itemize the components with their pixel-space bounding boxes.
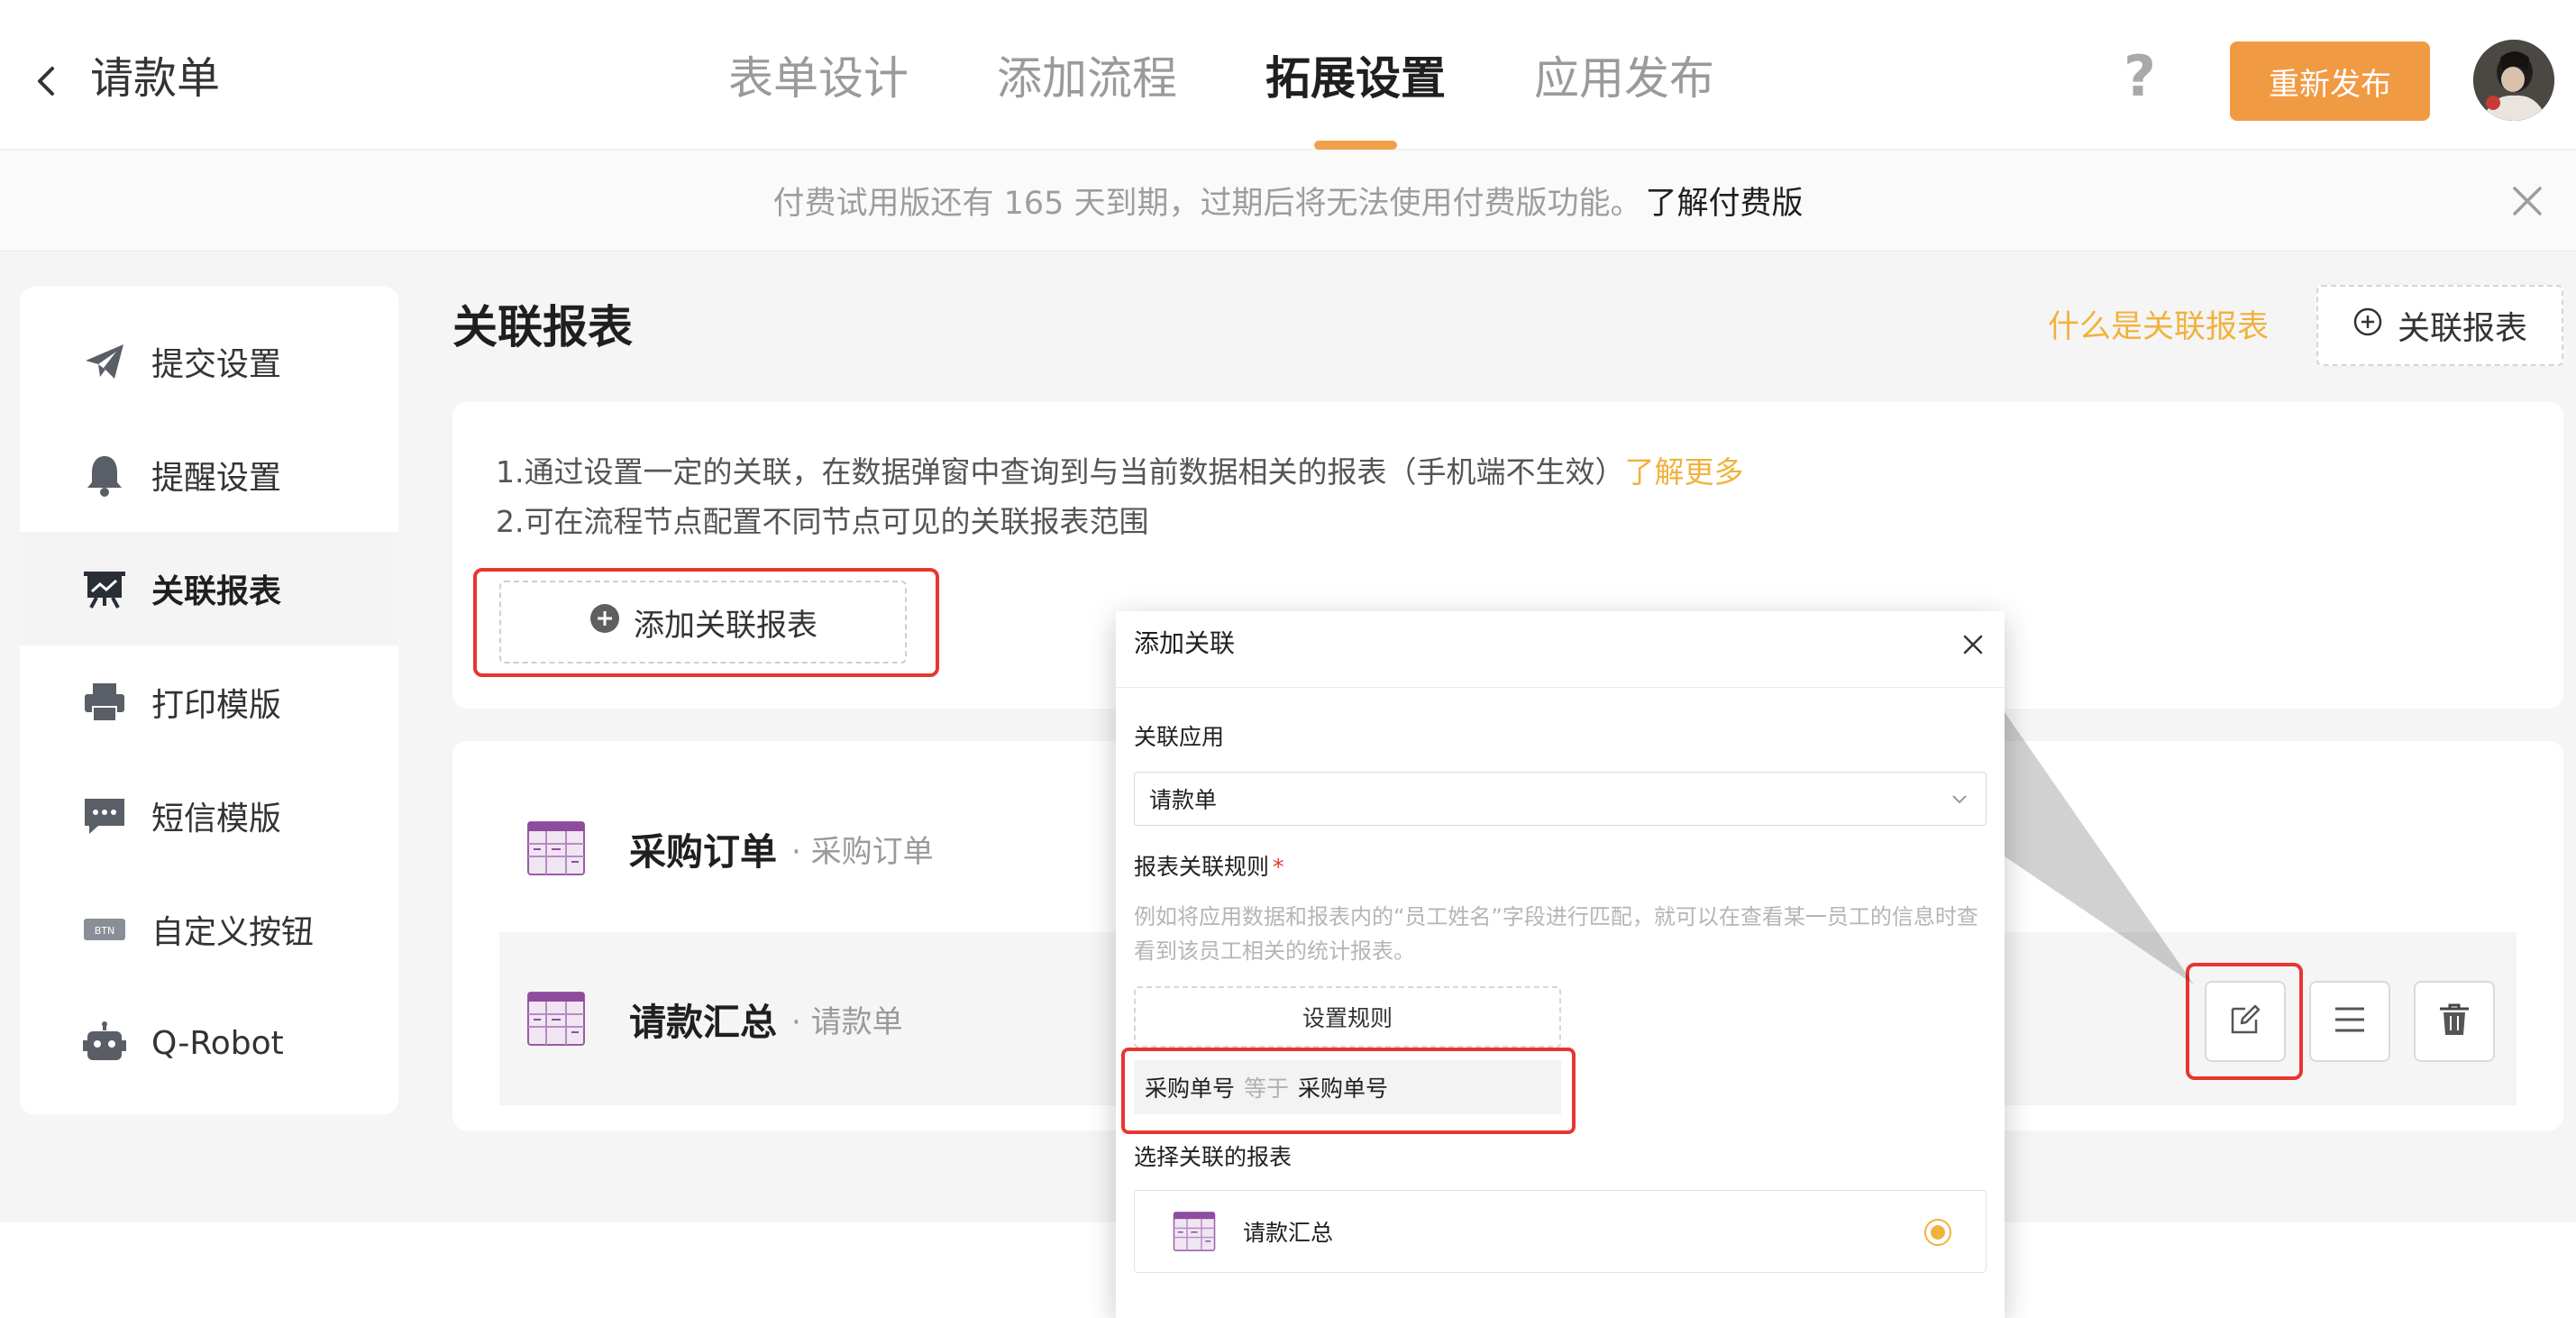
highlight-box-add bbox=[473, 568, 939, 677]
highlight-box-rule bbox=[1121, 1048, 1576, 1134]
tab-extension-settings[interactable]: 拓展设置 bbox=[1265, 47, 1446, 150]
add-related-report-top-button[interactable]: 关联报表 bbox=[2316, 285, 2563, 366]
avatar[interactable] bbox=[2473, 40, 2554, 121]
add-relation-dialog: 添加关联 关联应用 请款单 报表关联规则 * 例如将应用数据和报表内的“员工姓名”… bbox=[1116, 611, 2005, 1318]
rule-label: 报表关联规则 * bbox=[1134, 851, 1284, 883]
delete-button[interactable] bbox=[2414, 981, 2495, 1062]
required-mark: * bbox=[1273, 854, 1284, 880]
app-title: 请款单 bbox=[90, 53, 221, 104]
sidebar-item-label: 提醒设置 bbox=[151, 460, 282, 497]
highlight-box-edit bbox=[2186, 963, 2303, 1080]
tab-app-publish[interactable]: 应用发布 bbox=[1534, 47, 1714, 150]
menu-lines-icon bbox=[2332, 1002, 2368, 1041]
report-board-icon bbox=[81, 565, 128, 612]
top-tabs: 表单设计 添加流程 拓展设置 应用发布 bbox=[728, 47, 1714, 150]
close-icon[interactable] bbox=[2502, 176, 2553, 226]
related-app-label: 关联应用 bbox=[1134, 724, 1225, 750]
set-rule-button[interactable]: 设置规则 bbox=[1134, 986, 1561, 1048]
learn-paid-link[interactable]: 了解付费版 bbox=[1646, 178, 1804, 224]
report-option-name: 请款汇总 bbox=[1243, 1220, 1334, 1246]
what-is-related-report-link[interactable]: 什么是关联报表 bbox=[2048, 305, 2269, 350]
sidebar-item-label: 打印模版 bbox=[151, 687, 282, 724]
dialog-title: 添加关联 bbox=[1134, 628, 1236, 658]
sort-button[interactable] bbox=[2309, 981, 2390, 1062]
report-name: 采购订单 bbox=[629, 830, 777, 874]
send-icon bbox=[81, 338, 128, 385]
sidebar-item-sms-template[interactable]: 短信模版 bbox=[20, 759, 398, 873]
report-source: · 请款单 bbox=[791, 1003, 903, 1040]
add-related-report-top-label: 关联报表 bbox=[2397, 310, 2527, 347]
description-line-2: 2.可在流程节点配置不同节点可见的关联报表范围 bbox=[496, 504, 1149, 539]
sidebar-item-label: 提交设置 bbox=[151, 346, 282, 383]
related-app-select[interactable]: 请款单 bbox=[1134, 772, 1987, 826]
close-icon[interactable] bbox=[1959, 631, 1987, 658]
sidebar-item-q-robot[interactable]: Q-Robot bbox=[20, 986, 398, 1100]
tab-form-design[interactable]: 表单设计 bbox=[728, 47, 909, 150]
help-icon[interactable]: ? bbox=[2124, 45, 2156, 108]
report-table-icon bbox=[526, 819, 586, 878]
sidebar-item-reminder-settings[interactable]: 提醒设置 bbox=[20, 418, 398, 532]
report-option[interactable]: 请款汇总 bbox=[1134, 1190, 1987, 1273]
sidebar-item-custom-button[interactable]: BTN 自定义按钮 bbox=[20, 873, 398, 986]
sidebar-item-print-template[interactable]: 打印模版 bbox=[20, 645, 398, 759]
rule-hint: 例如将应用数据和报表内的“员工姓名”字段进行匹配，就可以在查看某一员工的信息时查… bbox=[1134, 904, 1978, 964]
sidebar-item-label: 自定义按钮 bbox=[151, 914, 315, 951]
svg-text:BTN: BTN bbox=[95, 925, 115, 937]
printer-icon bbox=[81, 679, 128, 726]
sidebar-item-label: 短信模版 bbox=[151, 801, 282, 837]
btn-icon: BTN bbox=[81, 906, 128, 953]
back-arrow-icon[interactable] bbox=[27, 54, 67, 108]
description: 1.通过设置一定的关联，在数据弹窗中查询到与当前数据相关的报表（手机端不生效）了… bbox=[496, 447, 1744, 546]
trash-icon bbox=[2436, 1002, 2472, 1041]
tab-add-flow[interactable]: 添加流程 bbox=[997, 47, 1177, 150]
bell-icon bbox=[81, 452, 128, 499]
radio-selected[interactable] bbox=[1924, 1219, 1951, 1246]
trial-banner-text: 付费试用版还有 165 天到期，过期后将无法使用付费版功能。 bbox=[772, 186, 1642, 222]
chevron-down-icon bbox=[1948, 787, 1971, 810]
select-report-label: 选择关联的报表 bbox=[1134, 1144, 1293, 1170]
settings-sidebar: 提交设置 提醒设置 关联报表 打印模版 短信模版 BTN 自定义按钮 Q-Rob… bbox=[20, 287, 398, 1114]
page-title: 关联报表 bbox=[452, 301, 633, 353]
dialog-divider bbox=[1116, 687, 2005, 688]
report-table-icon bbox=[1173, 1210, 1216, 1253]
sidebar-item-submit-settings[interactable]: 提交设置 bbox=[20, 305, 398, 418]
republish-button[interactable]: 重新发布 bbox=[2230, 41, 2430, 121]
report-source: · 采购订单 bbox=[791, 833, 934, 870]
description-line-1: 1.通过设置一定的关联，在数据弹窗中查询到与当前数据相关的报表（手机端不生效） bbox=[496, 454, 1625, 490]
trial-banner: 付费试用版还有 165 天到期，过期后将无法使用付费版功能。 了解付费版 bbox=[0, 151, 2576, 252]
sidebar-item-label: 关联报表 bbox=[151, 573, 282, 610]
robot-icon bbox=[81, 1020, 128, 1066]
top-header: 请款单 表单设计 添加流程 拓展设置 应用发布 ? 重新发布 bbox=[0, 0, 2576, 150]
rule-label-text: 报表关联规则 bbox=[1134, 854, 1270, 880]
plus-circle-icon bbox=[2352, 307, 2383, 345]
sidebar-item-label: Q-Robot bbox=[151, 1024, 284, 1062]
related-app-value: 请款单 bbox=[1149, 787, 1218, 813]
report-table-icon bbox=[526, 989, 586, 1048]
learn-more-link[interactable]: 了解更多 bbox=[1625, 454, 1744, 490]
message-icon bbox=[81, 792, 128, 839]
report-name: 请款汇总 bbox=[629, 1001, 777, 1044]
sidebar-item-related-reports[interactable]: 关联报表 bbox=[20, 532, 398, 645]
